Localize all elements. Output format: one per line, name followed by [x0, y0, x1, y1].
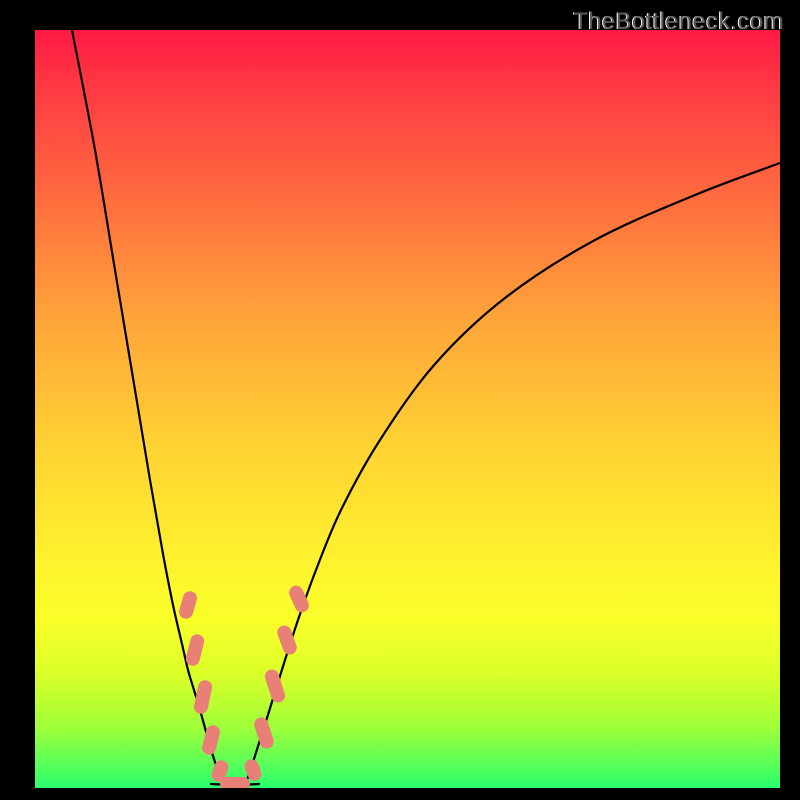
bottleneck-curve — [72, 30, 780, 785]
data-marker — [220, 777, 250, 788]
data-marker — [263, 668, 287, 705]
data-marker — [184, 633, 205, 667]
marker-layer — [177, 583, 311, 788]
series-right-branch — [246, 163, 780, 783]
watermark-text: TheBottleneck.com — [573, 8, 784, 36]
data-marker — [252, 716, 275, 751]
data-marker — [287, 583, 311, 614]
data-marker — [177, 590, 198, 621]
chart-frame: TheBottleneck.com — [0, 0, 800, 800]
data-marker — [201, 724, 222, 756]
curve-layer — [35, 30, 780, 788]
plot-area — [35, 30, 780, 788]
series-left-branch — [72, 30, 223, 783]
